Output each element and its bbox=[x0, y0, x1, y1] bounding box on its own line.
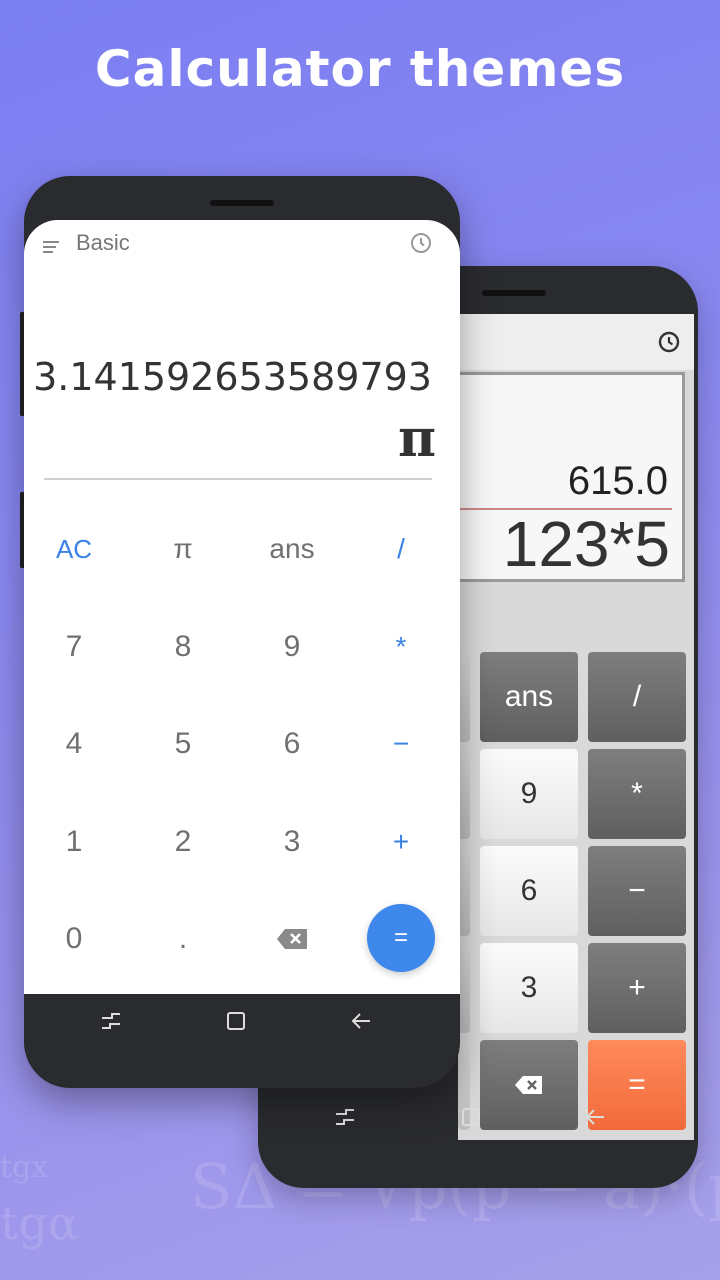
key-1[interactable]: 1 bbox=[24, 797, 124, 887]
navigation-bar bbox=[24, 994, 460, 1048]
key-pi[interactable]: π bbox=[133, 504, 233, 594]
key-5[interactable]: 5 bbox=[133, 699, 233, 789]
key-9[interactable]: 9 bbox=[480, 749, 578, 839]
front-calculator-screen: Basic 3.141592653589793 π AC π ans / 7 8… bbox=[24, 220, 460, 994]
key-multiply[interactable]: * bbox=[588, 749, 686, 839]
key-3[interactable]: 3 bbox=[242, 797, 342, 887]
speaker bbox=[210, 200, 274, 206]
key-minus[interactable]: − bbox=[588, 846, 686, 936]
key-3[interactable]: 3 bbox=[480, 943, 578, 1033]
key-divide[interactable]: / bbox=[588, 652, 686, 742]
key-7[interactable]: 7 bbox=[24, 602, 124, 692]
key-plus[interactable]: + bbox=[588, 943, 686, 1033]
key-4[interactable]: 4 bbox=[24, 699, 124, 789]
headline: Calculator themes bbox=[94, 40, 626, 98]
key-minus[interactable]: − bbox=[351, 699, 451, 789]
recent-apps-icon[interactable] bbox=[100, 1010, 122, 1032]
home-icon[interactable] bbox=[460, 1106, 482, 1128]
top-bar bbox=[458, 314, 694, 370]
key-ans[interactable]: ans bbox=[242, 504, 342, 594]
key-equals[interactable]: = bbox=[367, 904, 435, 972]
home-icon[interactable] bbox=[225, 1010, 247, 1032]
result-value: 3.141592653589793 bbox=[33, 355, 432, 399]
key-decimal[interactable]: . bbox=[133, 894, 233, 984]
key-ans[interactable]: ans bbox=[480, 652, 578, 742]
key-multiply[interactable]: * bbox=[351, 602, 451, 692]
recent-apps-icon[interactable] bbox=[334, 1106, 356, 1128]
backspace-icon bbox=[277, 929, 307, 949]
expression-value: π bbox=[397, 408, 436, 469]
key-plus[interactable]: + bbox=[351, 797, 451, 887]
display: 615.0 123*5 bbox=[458, 372, 685, 582]
background-formula: tgx bbox=[0, 1150, 49, 1185]
mode-title[interactable]: Basic bbox=[76, 230, 130, 256]
back-calculator-screen: 615.0 123*5 ans / 9 * 6 − 3 + = bbox=[458, 314, 694, 1140]
key-2[interactable]: 2 bbox=[133, 797, 233, 887]
back-icon[interactable] bbox=[584, 1106, 606, 1128]
key-divide[interactable]: / bbox=[351, 504, 451, 594]
key-6[interactable]: 6 bbox=[480, 846, 578, 936]
history-icon[interactable] bbox=[410, 232, 432, 254]
speaker bbox=[482, 290, 546, 296]
navigation-bar bbox=[258, 1092, 698, 1146]
history-icon[interactable] bbox=[658, 331, 680, 353]
front-phone: Basic 3.141592653589793 π AC π ans / 7 8… bbox=[20, 176, 460, 1088]
menu-icon[interactable] bbox=[42, 240, 60, 254]
key-0[interactable]: 0 bbox=[24, 894, 124, 984]
key-6[interactable]: 6 bbox=[242, 699, 342, 789]
key-8[interactable]: 8 bbox=[133, 602, 233, 692]
background-formula: tgα bbox=[0, 1196, 79, 1250]
key-9[interactable]: 9 bbox=[242, 602, 342, 692]
expression-value: 123*5 bbox=[502, 508, 670, 580]
display-divider bbox=[44, 478, 432, 480]
back-icon[interactable] bbox=[350, 1010, 372, 1032]
key-ac[interactable]: AC bbox=[24, 504, 124, 594]
backspace-button[interactable] bbox=[242, 894, 342, 984]
result-value: 615.0 bbox=[567, 459, 668, 503]
